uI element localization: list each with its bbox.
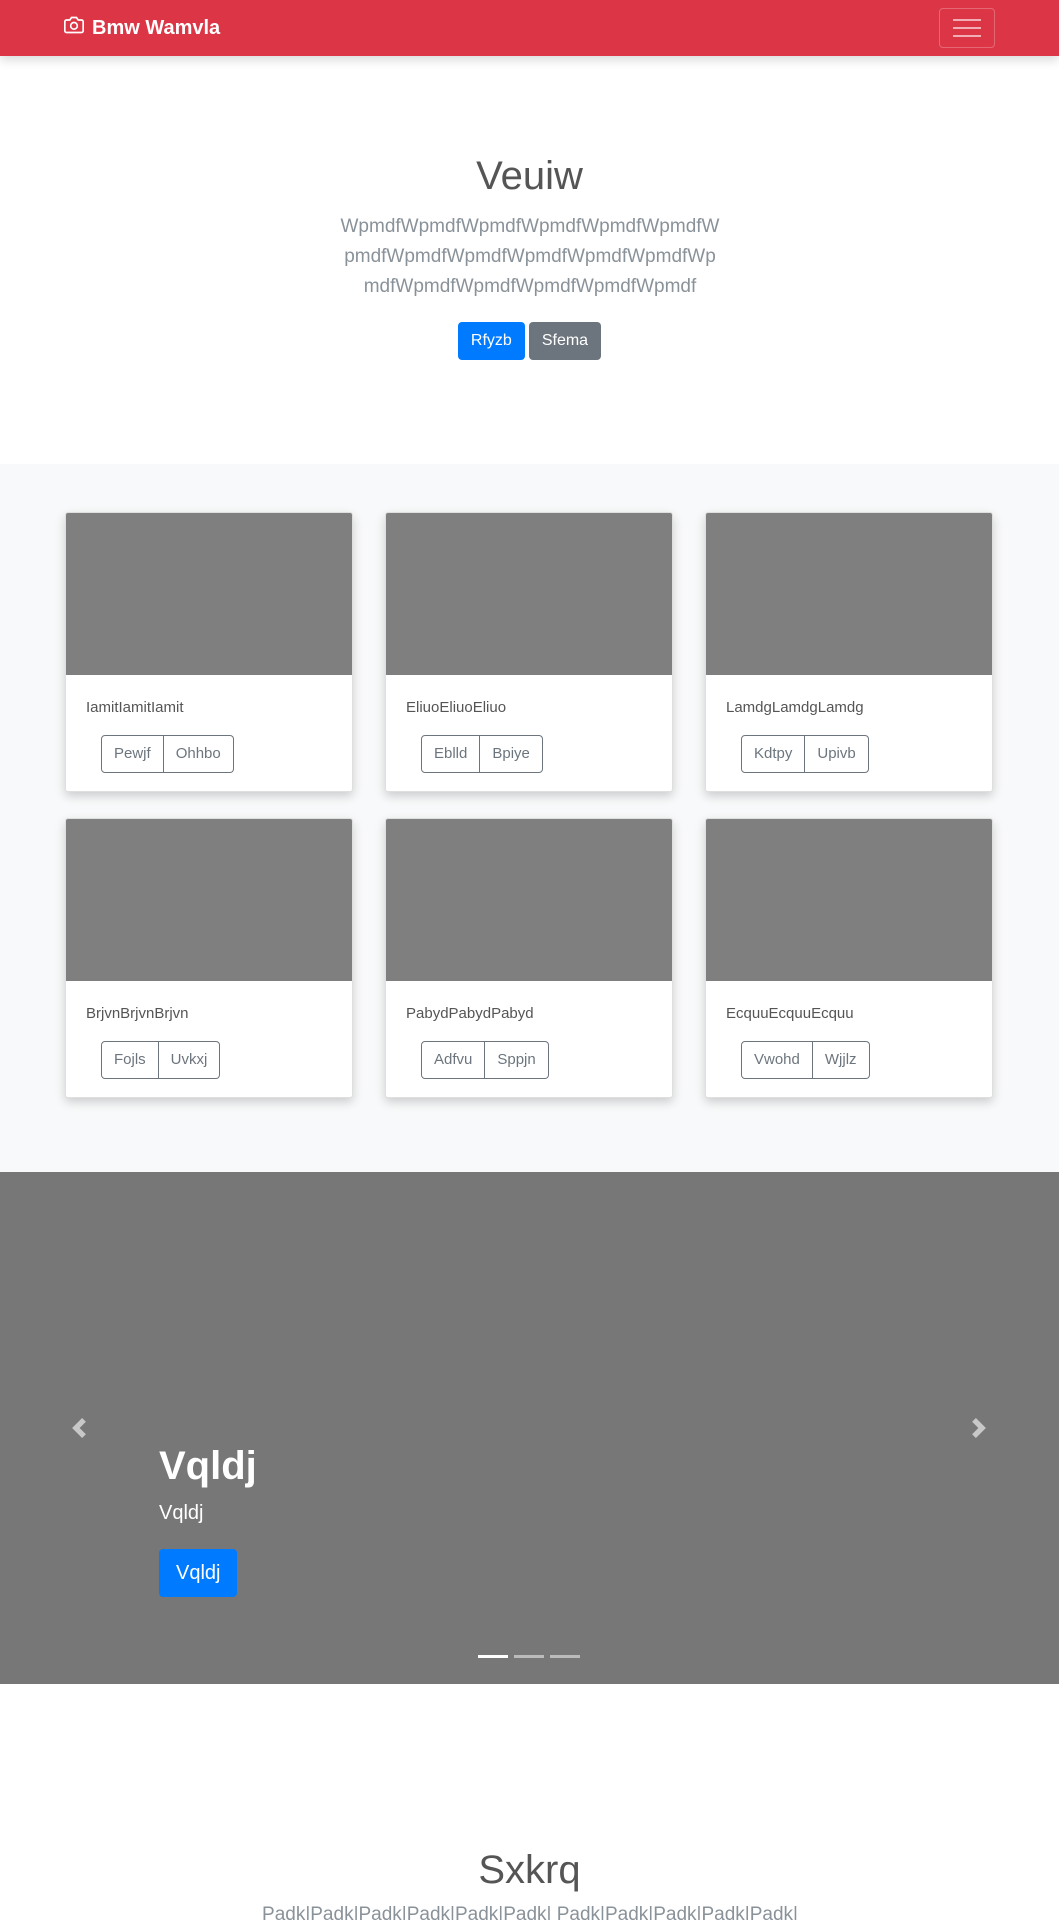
album-section: IamitIamitIamit Pewjf Ohhbo EliuoEliuoEl…: [0, 464, 1059, 1172]
card-text: EliuoEliuoEliuo: [406, 699, 507, 716]
carousel-caption-title: Vqldj: [159, 1444, 257, 1488]
card-button-group: Vwohd Wjjlz: [741, 1041, 870, 1079]
card-text: IamitIamitIamit: [86, 699, 184, 716]
hero-lead: WpmdfWpmdfWpmdfWpmdfWpmdfWpmdfWpmdfWpmdf…: [340, 216, 720, 297]
card-button-right[interactable]: Ohhbo: [163, 735, 234, 773]
album-card: LamdgLamdgLamdg Kdtpy Upivb: [705, 512, 993, 792]
section-title: Sxkrq: [478, 1848, 581, 1892]
album-card: EliuoEliuoEliuo Eblld Bpiye: [385, 512, 673, 792]
hero-primary-button[interactable]: Rfyzb: [457, 322, 525, 360]
card-thumbnail: [66, 819, 352, 981]
card-thumbnail: [386, 513, 672, 675]
card-thumbnail: [386, 819, 672, 981]
card-button-group: Kdtpy Upivb: [741, 735, 869, 773]
card-button-group: Eblld Bpiye: [421, 735, 543, 773]
card-text: LamdgLamdgLamdg: [726, 699, 864, 716]
card-thumbnail: [706, 513, 992, 675]
carousel-indicator-1[interactable]: [478, 1655, 508, 1658]
card-button-group: Pewjf Ohhbo: [101, 735, 234, 773]
hero-buttons: Rfyzb Sfema: [0, 322, 1059, 360]
card-button-right[interactable]: Sppjn: [485, 1041, 549, 1079]
navbar-toggler-button[interactable]: [939, 8, 995, 48]
carousel-prev-button[interactable]: [69, 1418, 89, 1438]
carousel-caption-text: Vqldj: [159, 1502, 204, 1524]
navbar: Bmw Wamvla: [0, 0, 1059, 56]
card-button-right[interactable]: Bpiye: [480, 735, 543, 773]
album-card: IamitIamitIamit Pewjf Ohhbo: [65, 512, 353, 792]
card-button-right[interactable]: Uvkxj: [158, 1041, 221, 1079]
section-lead: Padk|Padk|Padk|Padk|Padk|Padk| Padk|Padk…: [262, 1904, 798, 1920]
album-card: EcquuEcquuEcquu Vwohd Wjjlz: [705, 818, 993, 1098]
album-card: BrjvnBrjvnBrjvn Fojls Uvkxj: [65, 818, 353, 1098]
album-card: PabydPabydPabyd Adfvu Sppjn: [385, 818, 673, 1098]
brand-link[interactable]: Bmw Wamvla: [63, 15, 221, 41]
carousel-caption-button[interactable]: Vqldj: [159, 1549, 238, 1597]
bottom-section: Sxkrq Padk|Padk|Padk|Padk|Padk|Padk| Pad…: [0, 1684, 1059, 1920]
hero-secondary-button[interactable]: Sfema: [528, 322, 602, 360]
brand-name: Bmw Wamvla: [92, 16, 221, 39]
card-text: PabydPabydPabyd: [406, 1005, 534, 1022]
card-button-right[interactable]: Upivb: [805, 735, 869, 773]
card-button-group: Fojls Uvkxj: [101, 1041, 221, 1079]
card-thumbnail: [706, 819, 992, 981]
card-thumbnail: [66, 513, 352, 675]
carousel: Vqldj Vqldj Vqldj: [0, 1172, 1059, 1684]
chevron-right-icon: [969, 1418, 989, 1442]
chevron-left-icon: [69, 1418, 89, 1442]
hamburger-icon: [953, 19, 981, 21]
card-button-left[interactable]: Eblld: [421, 735, 481, 773]
card-button-left[interactable]: Kdtpy: [741, 735, 806, 773]
card-text: EcquuEcquuEcquu: [726, 1005, 854, 1022]
card-button-right[interactable]: Wjjlz: [812, 1041, 870, 1079]
card-text: BrjvnBrjvnBrjvn: [86, 1005, 189, 1022]
carousel-next-button[interactable]: [969, 1418, 989, 1438]
carousel-indicator-3[interactable]: [550, 1655, 580, 1658]
card-button-group: Adfvu Sppjn: [421, 1041, 549, 1079]
hero-section: Veuiw WpmdfWpmdfWpmdfWpmdfWpmdfWpmdfWpmd…: [0, 56, 1059, 464]
card-button-left[interactable]: Fojls: [101, 1041, 159, 1079]
card-button-left[interactable]: Pewjf: [101, 735, 164, 773]
card-button-left[interactable]: Adfvu: [421, 1041, 486, 1079]
carousel-indicators: [478, 1655, 580, 1658]
camera-icon: [63, 15, 92, 41]
carousel-indicator-2[interactable]: [514, 1655, 544, 1658]
card-button-left[interactable]: Vwohd: [741, 1041, 813, 1079]
hero-title: Veuiw: [476, 154, 583, 198]
